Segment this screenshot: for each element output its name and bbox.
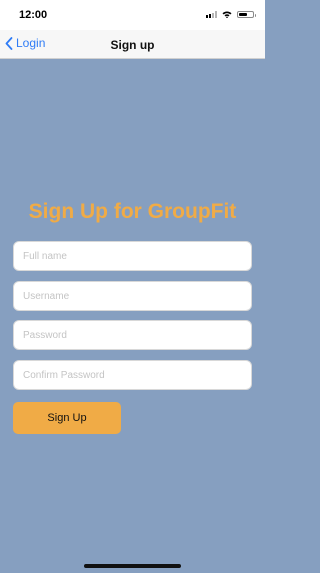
username-input[interactable] bbox=[13, 281, 252, 311]
signal-icon bbox=[206, 11, 217, 18]
sign-up-button[interactable]: Sign Up bbox=[13, 402, 121, 434]
wifi-icon bbox=[222, 11, 232, 18]
home-indicator bbox=[84, 564, 181, 568]
nav-title: Sign up bbox=[110, 38, 155, 52]
status-time: 12:00 bbox=[19, 9, 48, 21]
confirm-password-input[interactable] bbox=[13, 360, 252, 390]
battery-icon bbox=[237, 11, 256, 18]
status-bar: 12:00 bbox=[0, 0, 265, 30]
navigation-bar: Login Sign up bbox=[0, 30, 265, 59]
full-name-input[interactable] bbox=[13, 241, 252, 271]
page-title: Sign Up for GroupFit bbox=[28, 200, 237, 223]
password-input[interactable] bbox=[13, 320, 252, 350]
status-icons bbox=[206, 11, 256, 18]
